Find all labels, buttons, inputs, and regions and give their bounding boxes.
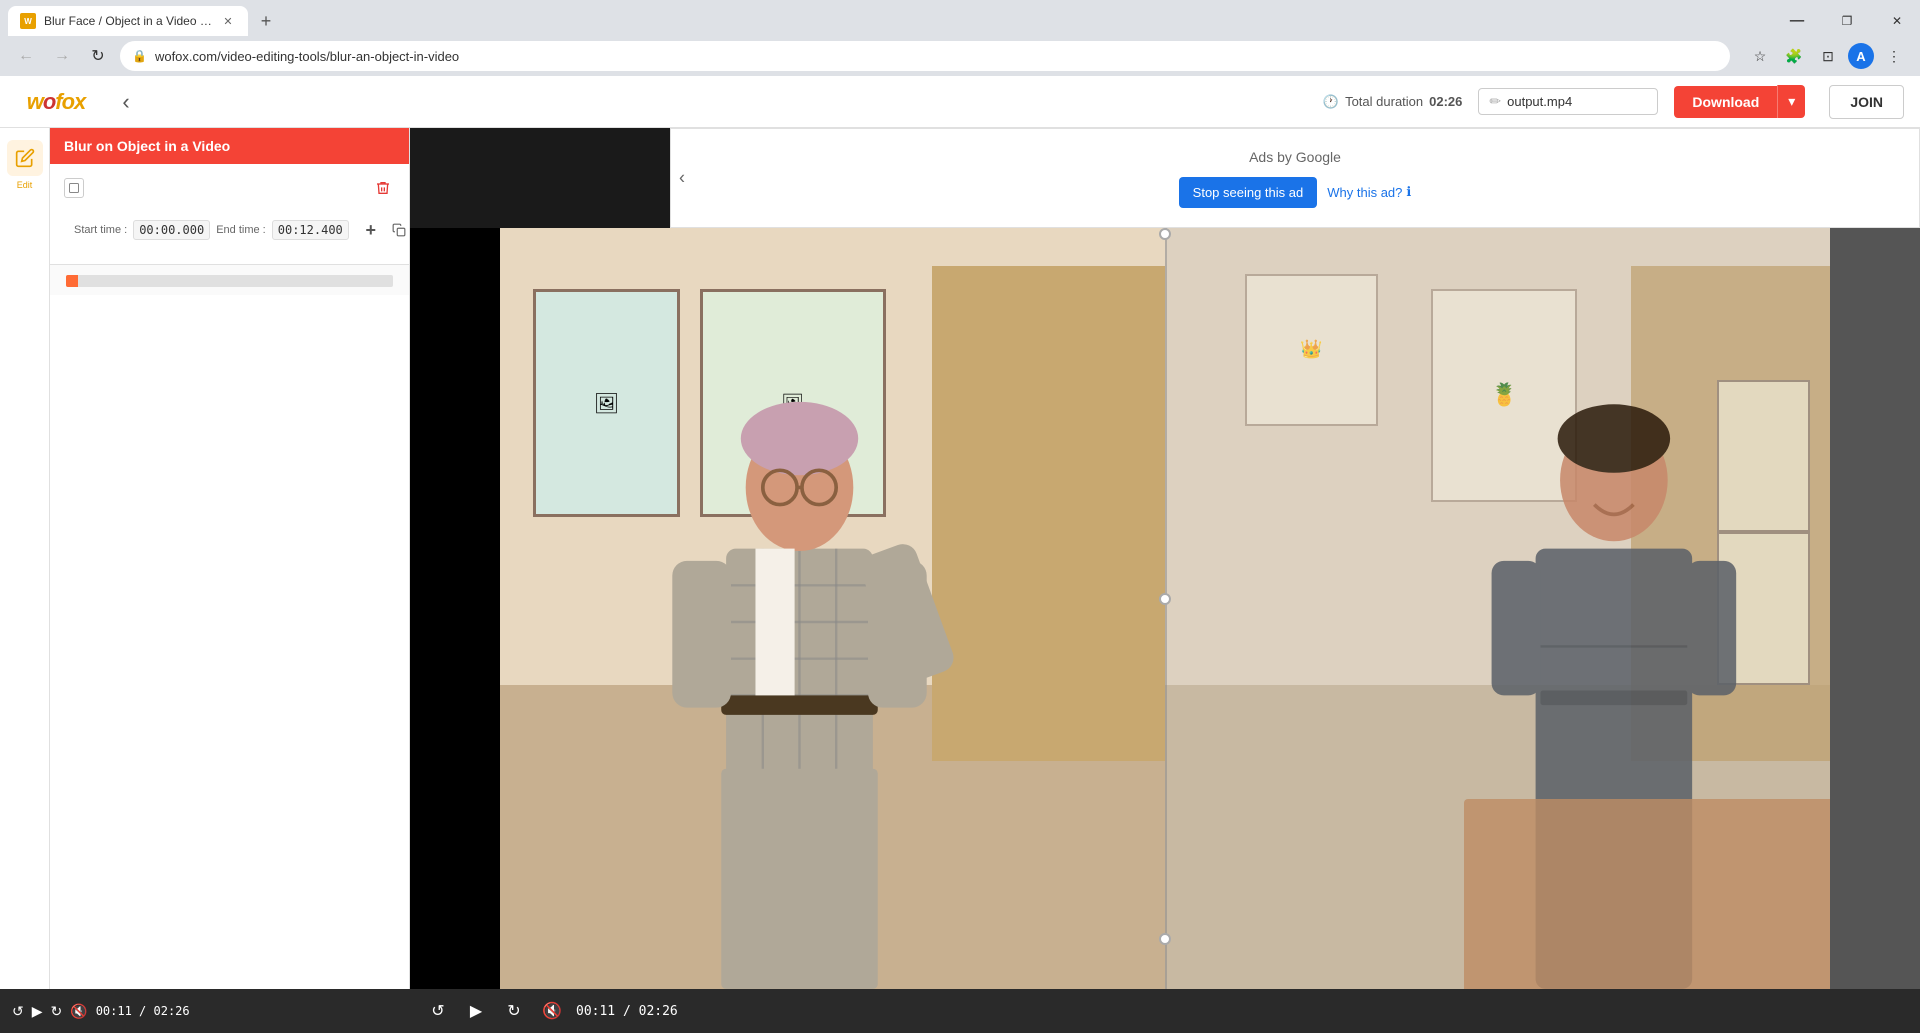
video-content: 🖼 🖼 bbox=[410, 228, 1920, 989]
panel-title: Blur on Object in a Video bbox=[64, 138, 230, 154]
divider-handle-bottom[interactable] bbox=[1159, 933, 1171, 945]
info-icon: ℹ bbox=[1406, 184, 1411, 200]
extension-button[interactable]: 🧩 bbox=[1780, 42, 1808, 70]
edit-label: Edit bbox=[17, 180, 33, 190]
edit-panel: Blur on Object in a Video bbox=[50, 128, 410, 989]
ad-close-button[interactable]: ‹ bbox=[679, 168, 685, 189]
minimize-button[interactable]: ─ bbox=[1774, 10, 1820, 33]
left-column: Edit Blur on Object in a Video bbox=[0, 128, 410, 1033]
browser-chrome: W Blur Face / Object in a Video | W ✕ + … bbox=[0, 0, 1920, 76]
ad-buttons: Stop seeing this ad Why this ad? ℹ bbox=[1179, 177, 1412, 208]
restore-button[interactable]: ❐ bbox=[1824, 14, 1870, 28]
delete-item-button[interactable] bbox=[371, 176, 395, 200]
ad-label: Ads by Google bbox=[1249, 149, 1341, 165]
main-content: Edit Blur on Object in a Video bbox=[0, 128, 1920, 1033]
timeline-area bbox=[50, 265, 409, 295]
divider-handle-top[interactable] bbox=[1159, 228, 1171, 240]
video-time-display: 00:11 / 02:26 bbox=[576, 1004, 678, 1019]
star-button[interactable]: ☆ bbox=[1746, 42, 1774, 70]
video-divider bbox=[1165, 228, 1167, 989]
logo-text: wofox bbox=[27, 89, 86, 115]
left-sidebar: Edit bbox=[0, 128, 50, 989]
timeline-strip[interactable] bbox=[66, 275, 393, 287]
address-bar-row: ← → ↻ 🔒 wofox.com/video-editing-tools/bl… bbox=[0, 36, 1920, 76]
left-top: Edit Blur on Object in a Video bbox=[0, 128, 410, 989]
total-duration: 🕐 Total duration 02:26 bbox=[1323, 94, 1463, 110]
download-button-group: Download ▾ bbox=[1674, 85, 1805, 118]
tab-close-button[interactable]: ✕ bbox=[220, 13, 236, 29]
video-play-button[interactable]: ▶ bbox=[462, 997, 490, 1025]
ssl-lock-icon: 🔒 bbox=[132, 49, 147, 63]
tab-favicon: W bbox=[20, 13, 36, 29]
left-mute-button[interactable]: 🔇 bbox=[70, 1003, 87, 1020]
logo-area: wofox bbox=[16, 86, 96, 118]
tab-title: Blur Face / Object in a Video | W bbox=[44, 14, 212, 28]
left-reset-button[interactable]: ↺ bbox=[12, 1003, 24, 1020]
blur-item-row: Start time : 00:00.000 End time : 00:12.… bbox=[58, 204, 401, 256]
time-info: Start time : 00:00.000 End time : 00:12.… bbox=[74, 220, 349, 240]
url-text: wofox.com/video-editing-tools/blur-an-ob… bbox=[155, 49, 1718, 64]
forward-button[interactable]: → bbox=[48, 42, 76, 70]
video-area: ‹ Ads by Google Stop seeing this ad Why … bbox=[410, 128, 1920, 1033]
scene-right: 🍍 👑 bbox=[1165, 228, 1830, 989]
edit-canvas bbox=[50, 295, 409, 989]
app-header: wofox ‹ 🕐 Total duration 02:26 ✏ output.… bbox=[0, 76, 1920, 128]
back-button[interactable]: ← bbox=[12, 42, 40, 70]
app-container: wofox ‹ 🕐 Total duration 02:26 ✏ output.… bbox=[0, 76, 1920, 1033]
video-loop-button[interactable]: ↻ bbox=[500, 997, 528, 1025]
join-button[interactable]: JOIN bbox=[1829, 85, 1904, 119]
profile-button[interactable]: A bbox=[1848, 43, 1874, 69]
copy-item-button[interactable] bbox=[387, 218, 411, 242]
stop-seeing-ad-button[interactable]: Stop seeing this ad bbox=[1179, 177, 1318, 208]
browser-actions: ☆ 🧩 ⊡ A ⋮ bbox=[1746, 42, 1908, 70]
start-time-field[interactable]: 00:00.000 bbox=[133, 220, 210, 240]
edit-filename-icon: ✏ bbox=[1489, 93, 1501, 110]
close-button[interactable]: ✕ bbox=[1874, 14, 1920, 28]
menu-button[interactable]: ⋮ bbox=[1880, 42, 1908, 70]
download-button[interactable]: Download bbox=[1674, 86, 1777, 118]
blur-item-header bbox=[58, 172, 401, 204]
active-tab[interactable]: W Blur Face / Object in a Video | W ✕ bbox=[8, 6, 248, 36]
video-reset-button[interactable]: ↺ bbox=[424, 997, 452, 1025]
logo[interactable]: wofox bbox=[16, 86, 96, 118]
video-mute-button[interactable]: 🔇 bbox=[538, 997, 566, 1025]
refresh-button[interactable]: ↻ bbox=[84, 42, 112, 70]
left-play-button[interactable]: ▶ bbox=[32, 1003, 43, 1020]
clock-icon: 🕐 bbox=[1323, 94, 1339, 110]
left-loop-button[interactable]: ↻ bbox=[51, 1003, 63, 1020]
download-options-button[interactable]: ▾ bbox=[1777, 85, 1805, 118]
new-tab-button[interactable]: + bbox=[252, 7, 280, 35]
sidebar-edit-button[interactable] bbox=[7, 140, 43, 176]
video-frame: 🖼 🖼 bbox=[410, 228, 1920, 989]
tab-bar: W Blur Face / Object in a Video | W ✕ + … bbox=[0, 0, 1920, 36]
blur-item-container: Start time : 00:00.000 End time : 00:12.… bbox=[50, 164, 409, 265]
black-bar-left bbox=[410, 228, 500, 989]
output-filename[interactable]: ✏ output.mp4 bbox=[1478, 88, 1658, 115]
address-bar[interactable]: 🔒 wofox.com/video-editing-tools/blur-an-… bbox=[120, 41, 1730, 71]
left-time-display: 00:11 / 02:26 bbox=[96, 1004, 190, 1018]
edit-panel-header: Blur on Object in a Video bbox=[50, 128, 409, 164]
black-bar-right bbox=[1830, 228, 1920, 989]
video-controls: ↺ ▶ ↻ 🔇 00:11 / 02:26 bbox=[410, 989, 1920, 1033]
header-back-button[interactable]: ‹ bbox=[112, 88, 140, 116]
ad-overlay: ‹ Ads by Google Stop seeing this ad Why … bbox=[670, 128, 1920, 228]
cast-button[interactable]: ⊡ bbox=[1814, 42, 1842, 70]
add-keyframe-button[interactable]: + bbox=[359, 218, 383, 242]
item-checkbox[interactable] bbox=[64, 178, 84, 198]
why-this-ad-button[interactable]: Why this ad? ℹ bbox=[1327, 184, 1411, 200]
end-time-field[interactable]: 00:12.400 bbox=[272, 220, 349, 240]
scene-left: 🖼 🖼 bbox=[500, 228, 1165, 989]
left-video-controls: ↺ ▶ ↻ 🔇 00:11 / 02:26 bbox=[0, 989, 410, 1033]
window-controls: ─ ❐ ✕ bbox=[1774, 10, 1920, 33]
